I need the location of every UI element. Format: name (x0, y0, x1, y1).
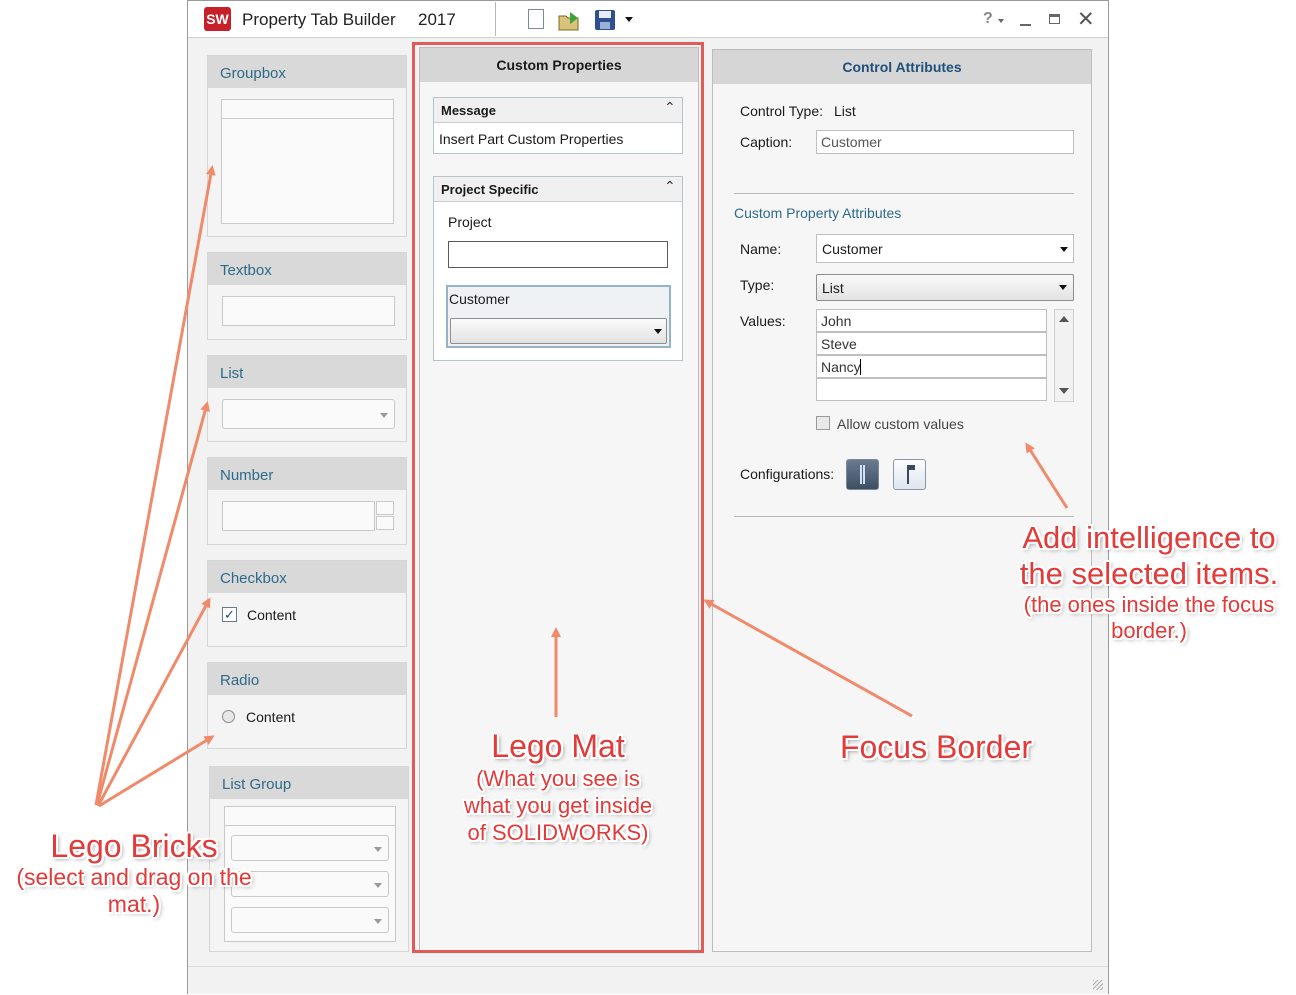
arrow-to-list (95, 401, 210, 806)
arrow-to-groupbox (94, 165, 216, 806)
lego-bricks-title: Lego Bricks (50, 828, 218, 864)
add-intelligence-subtitle: (the ones inside the focus border.) (1023, 592, 1275, 643)
add-intelligence-annotation: Add intelligence to the selected items. … (1004, 520, 1294, 644)
lego-mat-title: Lego Mat (491, 728, 625, 764)
arrow-to-focus-border (703, 599, 913, 718)
lego-mat-annotation: Lego Mat (What you see is what you get i… (460, 727, 656, 846)
add-intelligence-title: Add intelligence to the selected items. (1019, 520, 1279, 591)
focus-border-annotation: Focus Border (839, 729, 1033, 765)
lego-mat-subtitle: (What you see is what you get inside of … (463, 766, 653, 845)
lego-bricks-annotation: Lego Bricks (select and drag on the mat.… (0, 828, 268, 918)
lego-bricks-subtitle: (select and drag on the mat.) (16, 864, 252, 917)
arrow-to-attributes (1025, 442, 1069, 509)
